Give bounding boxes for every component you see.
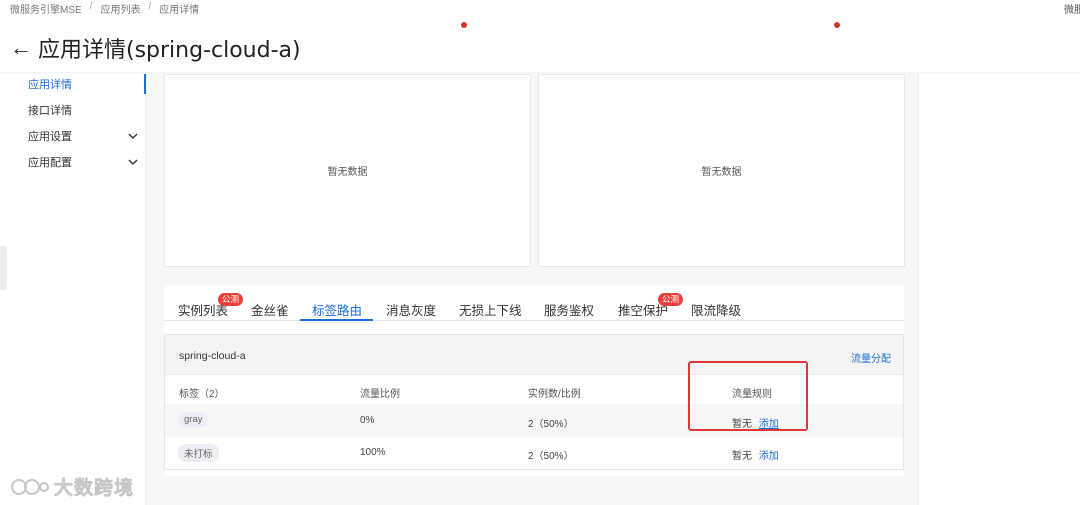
sidebar-item-app-settings[interactable]: 应用设置 [28, 128, 138, 144]
chevron-down-icon [128, 133, 138, 139]
sidebar: 应用详情 接口详情 应用设置 应用配置 [0, 74, 146, 505]
tab-service-auth[interactable]: 服务鉴权 [544, 300, 594, 319]
sidebar-collapse-handle[interactable] [0, 246, 7, 290]
breadcrumb: 微服务引擎MSE / 应用列表 / 应用详情 [10, 1, 199, 16]
breadcrumb-item-app-detail: 应用详情 [159, 5, 200, 16]
beta-badge: 公测 [218, 293, 244, 306]
tag-chip: 未打标 [178, 444, 219, 462]
traffic-ratio-value: 0% [360, 415, 375, 426]
breadcrumb-item-mse[interactable]: 微服务引擎MSE [10, 1, 82, 16]
tab-message-gray[interactable]: 消息灰度 [386, 300, 436, 319]
page-title: 应用详情(spring-cloud-a) [38, 38, 301, 63]
top-right-truncated-text[interactable]: 微服务 [1064, 1, 1080, 16]
app-name: spring-cloud-a [179, 350, 246, 362]
instances-value: 2（50%） [528, 419, 574, 430]
table-row: 未打标 100% 2（50%） 暂无 添加 [165, 437, 903, 470]
rule-none-text: 暂无 [732, 451, 752, 462]
traffic-allocation-link[interactable]: 流量分配 [851, 350, 891, 365]
active-tab-underline [300, 319, 373, 321]
watermark-text: 大数跨境 [54, 478, 135, 500]
tab-rate-limit[interactable]: 限流降级 [691, 300, 741, 319]
column-header-instances: 实例数/比例 [528, 389, 581, 400]
tab-tag-routing[interactable]: 标签路由 [312, 300, 362, 319]
traffic-rule-cell: 暂无 添加 [732, 447, 779, 462]
watermark-logo-icon [11, 478, 49, 495]
red-dot-marker [461, 22, 467, 28]
back-arrow-icon[interactable]: ← [10, 37, 32, 59]
chart-card-empty: 暂无数据 [164, 74, 531, 267]
sidebar-item-app-config[interactable]: 应用配置 [28, 154, 138, 170]
right-rail [918, 74, 1080, 505]
instances-value: 2（50%） [528, 451, 574, 462]
sidebar-item-app-detail[interactable]: 应用详情 [28, 76, 138, 92]
tab-lossless-online-offline[interactable]: 无损上下线 [459, 300, 522, 319]
tab-bar: 实例列表 公测 金丝雀 标签路由 消息灰度 无损上下线 服务鉴权 推空保护 公测… [164, 286, 904, 321]
breadcrumb-separator: / [148, 1, 152, 12]
chart-card-empty: 暂无数据 [538, 74, 905, 267]
page-title-row: ← 应用详情(spring-cloud-a) [10, 32, 301, 64]
empty-data-text: 暂无数据 [701, 167, 742, 178]
sidebar-item-label: 应用配置 [28, 157, 72, 169]
tag-chip: gray [178, 412, 209, 427]
breadcrumb-item-app-list[interactable]: 应用列表 [100, 1, 140, 16]
red-dot-marker [834, 22, 840, 28]
red-highlight-box [688, 361, 808, 431]
add-rule-link[interactable]: 添加 [759, 451, 779, 462]
empty-data-text: 暂无数据 [327, 167, 368, 178]
tab-canary[interactable]: 金丝雀 [251, 300, 289, 319]
sidebar-item-label: 接口详情 [28, 105, 72, 117]
breadcrumb-separator: / [89, 1, 93, 12]
chevron-down-icon [128, 159, 138, 165]
column-header-tag: 标签（2） [179, 389, 225, 400]
traffic-ratio-value: 100% [360, 447, 386, 458]
sidebar-item-label: 应用详情 [28, 79, 72, 91]
column-header-traffic-ratio: 流量比例 [360, 389, 400, 400]
beta-badge: 公测 [658, 293, 684, 306]
sidebar-item-label: 应用设置 [28, 131, 72, 143]
watermark: 大数跨境 [10, 473, 134, 500]
sidebar-item-api-detail[interactable]: 接口详情 [28, 102, 138, 118]
